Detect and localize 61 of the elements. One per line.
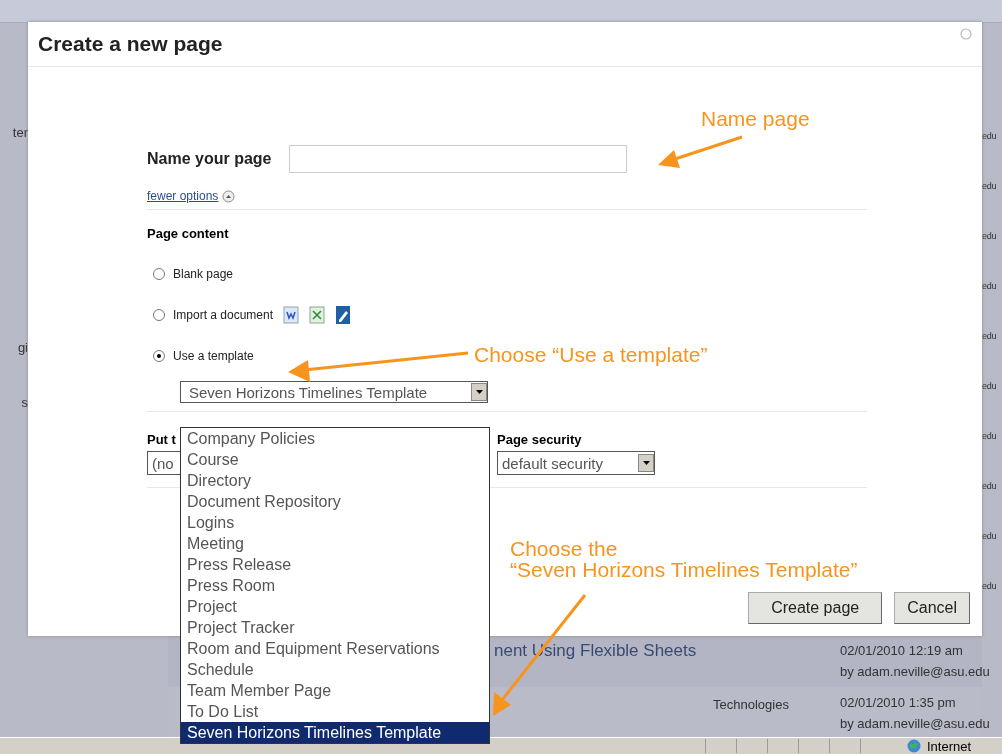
page-text-fragment: ter bbox=[12, 125, 28, 140]
cancel-button[interactable]: Cancel bbox=[894, 592, 970, 624]
page-text-fragment: edu bbox=[982, 431, 998, 441]
collapse-icon[interactable] bbox=[222, 189, 236, 203]
option-label: Import a document bbox=[173, 308, 274, 322]
page-text-fragment: edu bbox=[982, 131, 998, 141]
dropdown-option[interactable]: Room and Equipment Reservations bbox=[181, 638, 489, 659]
page-text-fragment: edu bbox=[982, 481, 998, 491]
page-text-fragment: s bbox=[21, 395, 28, 410]
dropdown-option[interactable]: Press Release bbox=[181, 554, 489, 575]
annotation-text: Choose the “Seven Horizons Timelines Template” bbox=[510, 538, 858, 580]
globe-icon bbox=[907, 739, 921, 753]
dropdown-option[interactable]: Schedule bbox=[181, 659, 489, 680]
date-text: 02/01/2010 1:35 pm bbox=[840, 695, 957, 710]
option-label: Use a template bbox=[173, 349, 254, 363]
edit-document-icon[interactable] bbox=[335, 305, 352, 325]
dropdown-option[interactable]: Seven Horizons Timelines Template bbox=[181, 722, 489, 743]
date-text: 02/01/2010 12:19 am bbox=[840, 643, 964, 658]
dropdown-option[interactable]: Directory bbox=[181, 470, 489, 491]
spreadsheet-icon[interactable] bbox=[309, 306, 326, 324]
author-text: by adam.neville@asu.edu bbox=[840, 716, 990, 731]
dropdown-option[interactable]: Course bbox=[181, 449, 489, 470]
security-label: Page security bbox=[497, 432, 582, 447]
page-text-fragment: edu bbox=[982, 331, 998, 341]
page-text-fragment: edu bbox=[982, 231, 998, 241]
location-label: Put t bbox=[147, 432, 176, 447]
document-icon[interactable] bbox=[283, 306, 300, 324]
page-name-field[interactable] bbox=[289, 145, 628, 173]
page-text-fragment: edu bbox=[982, 381, 998, 391]
page-text-fragment: edu bbox=[982, 281, 998, 291]
zone-text: Internet bbox=[927, 738, 972, 754]
create-page-button[interactable]: Create page bbox=[748, 592, 883, 624]
dropdown-arrow-icon bbox=[642, 461, 650, 465]
dropdown-arrow-icon bbox=[475, 390, 483, 394]
fewer-options-link[interactable]: fewer options bbox=[147, 189, 219, 203]
dropdown-option[interactable]: Team Member Page bbox=[181, 680, 489, 701]
radio-button[interactable] bbox=[153, 309, 165, 321]
dropdown-option[interactable]: Project Tracker bbox=[181, 617, 489, 638]
page-text-fragment: gi bbox=[17, 340, 28, 355]
dropdown-option[interactable]: Company Policies bbox=[181, 428, 489, 449]
dropdown-option[interactable]: Press Room bbox=[181, 575, 489, 596]
dropdown-option[interactable]: Meeting bbox=[181, 533, 489, 554]
radio-button[interactable] bbox=[153, 268, 165, 280]
annotation-text: Choose “Use a template” bbox=[474, 344, 708, 365]
category-text: Technologies bbox=[713, 697, 789, 712]
dropdown-option[interactable]: Logins bbox=[181, 512, 489, 533]
author-text: by adam.neville@asu.edu bbox=[840, 664, 990, 679]
option-label: Blank page bbox=[173, 267, 234, 281]
dropdown-option[interactable]: Document Repository bbox=[181, 491, 489, 512]
template-select[interactable]: Seven Horizons Timelines Template bbox=[180, 381, 488, 403]
page-text-fragment: edu bbox=[982, 581, 998, 591]
page-text-fragment: edu bbox=[982, 181, 998, 191]
name-label: Name your page bbox=[147, 150, 272, 168]
security-select[interactable]: default security bbox=[497, 451, 655, 475]
page-text-fragment: edu bbox=[982, 531, 998, 541]
page-content-label: Page content bbox=[147, 226, 230, 241]
dialog-title: Create a new page bbox=[38, 32, 223, 56]
dropdown-option[interactable]: To Do List bbox=[181, 701, 489, 722]
radio-button[interactable] bbox=[153, 350, 165, 362]
annotation-text: Name page bbox=[701, 108, 810, 129]
dropdown-option[interactable]: Project bbox=[181, 596, 489, 617]
